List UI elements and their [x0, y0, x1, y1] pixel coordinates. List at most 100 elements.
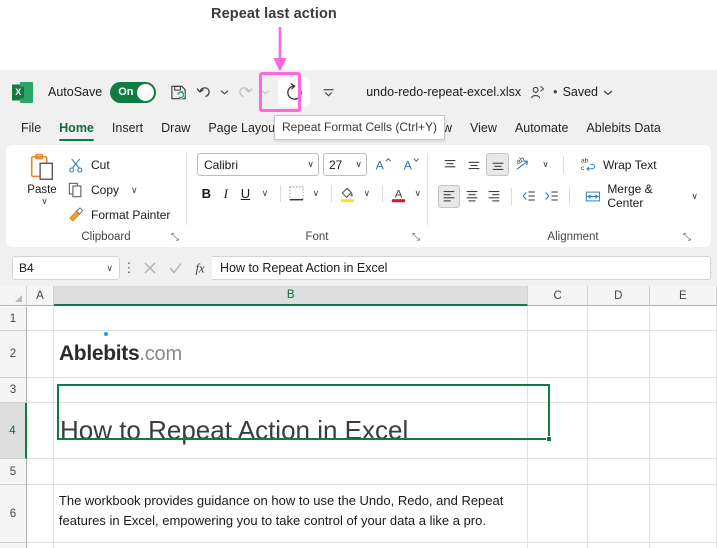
tab-automate[interactable]: Automate: [506, 114, 578, 142]
copy-caret-icon[interactable]: ∨: [131, 185, 138, 196]
cell-e7[interactable]: [649, 543, 717, 548]
cell-c5[interactable]: [528, 459, 589, 485]
cell-a7[interactable]: [26, 543, 54, 548]
repeat-icon[interactable]: [278, 77, 311, 107]
cell-a2[interactable]: [26, 331, 54, 378]
align-right-button[interactable]: [484, 185, 506, 208]
bold-button[interactable]: B: [197, 182, 216, 205]
column-header-a[interactable]: A: [26, 286, 54, 306]
tab-insert[interactable]: Insert: [103, 114, 152, 142]
cell-b3[interactable]: [53, 378, 529, 403]
borders-button[interactable]: [287, 182, 306, 205]
cell-e6[interactable]: [649, 485, 717, 543]
align-middle-button[interactable]: [462, 153, 485, 176]
align-left-button[interactable]: [438, 184, 460, 208]
column-header-c[interactable]: C: [528, 286, 589, 306]
row-header-7[interactable]: 7: [0, 543, 27, 548]
font-name-input[interactable]: Calibri ∨: [197, 153, 319, 176]
tab-file[interactable]: File: [12, 114, 50, 142]
cell-d7[interactable]: [588, 543, 650, 548]
cell-e2[interactable]: [649, 331, 717, 378]
cell-b7[interactable]: [53, 543, 529, 548]
undo-icon[interactable]: [192, 79, 216, 105]
cell-c1[interactable]: [528, 307, 589, 331]
row-header-3[interactable]: 3: [0, 378, 27, 403]
tab-draw[interactable]: Draw: [152, 114, 199, 142]
cell-d2[interactable]: [588, 331, 650, 378]
cut-button[interactable]: Cut: [68, 154, 170, 176]
cell-a6[interactable]: [26, 485, 54, 543]
copy-button[interactable]: Copy ∨: [68, 179, 170, 201]
cell-a1[interactable]: [26, 307, 54, 331]
cell-d3[interactable]: [588, 378, 650, 403]
cell-c3[interactable]: [528, 378, 589, 403]
quick-access-more-icon[interactable]: [318, 79, 338, 105]
format-painter-button[interactable]: Format Painter: [68, 204, 170, 226]
cell-c6[interactable]: [528, 485, 589, 543]
cell-e5[interactable]: [649, 459, 717, 485]
cell-d5[interactable]: [588, 459, 650, 485]
cell-d6[interactable]: [588, 485, 650, 543]
font-size-caret-icon[interactable]: ∨: [355, 159, 362, 170]
cell-c7[interactable]: [528, 543, 589, 548]
column-header-d[interactable]: D: [588, 286, 650, 306]
cell-a5[interactable]: [26, 459, 54, 485]
tab-home[interactable]: Home: [50, 114, 103, 142]
paste-caret-icon[interactable]: ∨: [41, 196, 48, 207]
alignment-dialog-launcher-icon[interactable]: ⤡: [683, 232, 691, 243]
cell-c2[interactable]: [528, 331, 589, 378]
decrease-font-size-button[interactable]: A: [399, 153, 423, 176]
font-dialog-launcher-icon[interactable]: ⤡: [412, 232, 420, 243]
autosave-toggle[interactable]: On: [110, 81, 157, 103]
name-box[interactable]: B4 ∨: [12, 256, 120, 280]
cell-b1[interactable]: [53, 307, 529, 331]
underline-caret-icon[interactable]: ∨: [256, 182, 275, 205]
align-center-button[interactable]: [461, 185, 483, 208]
increase-indent-button[interactable]: [541, 185, 563, 208]
font-color-caret-icon[interactable]: ∨: [409, 182, 428, 205]
saved-status[interactable]: Saved: [563, 85, 598, 99]
underline-button[interactable]: U: [236, 182, 255, 205]
file-name[interactable]: undo-redo-repeat-excel.xlsx: [366, 85, 521, 99]
orientation-button[interactable]: ab: [510, 153, 533, 176]
align-top-button[interactable]: [438, 153, 461, 176]
share-person-icon[interactable]: [530, 85, 545, 100]
row-header-5[interactable]: 5: [0, 459, 27, 485]
select-all-corner[interactable]: [0, 286, 27, 306]
row-header-2[interactable]: 2: [0, 331, 27, 378]
cell-b5[interactable]: [53, 459, 529, 485]
row-header-6[interactable]: 6: [0, 485, 27, 543]
cell-e3[interactable]: [649, 378, 717, 403]
save-icon[interactable]: [166, 79, 190, 105]
saved-dropdown-caret-icon[interactable]: [603, 89, 613, 96]
wrap-text-button[interactable]: ab c Wrap Text: [580, 156, 657, 173]
merge-center-button[interactable]: Merge & Center ∨: [585, 182, 698, 210]
formula-bar-more-icon[interactable]: ⋮: [120, 260, 138, 276]
cell-a4[interactable]: [27, 403, 54, 459]
tab-ablebits-data[interactable]: Ablebits Data: [577, 114, 669, 142]
clipboard-dialog-launcher-icon[interactable]: ⤡: [171, 232, 179, 243]
formula-input[interactable]: How to Repeat Action in Excel: [212, 256, 711, 280]
row-header-1[interactable]: 1: [0, 307, 27, 331]
font-color-button[interactable]: A: [389, 182, 408, 205]
cell-b2[interactable]: Ablebits .com: [53, 331, 529, 378]
tab-view[interactable]: View: [461, 114, 506, 142]
cell-d4[interactable]: [588, 403, 650, 459]
fill-color-caret-icon[interactable]: ∨: [358, 182, 377, 205]
row-header-4[interactable]: 4: [0, 403, 27, 459]
italic-button[interactable]: I: [217, 182, 236, 205]
column-header-e[interactable]: E: [649, 286, 717, 306]
merge-center-caret-icon[interactable]: ∨: [691, 191, 698, 202]
undo-dropdown-caret-icon[interactable]: [218, 79, 231, 105]
borders-caret-icon[interactable]: ∨: [307, 182, 326, 205]
fill-color-button[interactable]: [338, 182, 357, 205]
cell-c4[interactable]: [528, 403, 589, 459]
increase-font-size-button[interactable]: A: [371, 153, 395, 176]
orientation-caret-icon[interactable]: ∨: [534, 153, 557, 176]
cell-e1[interactable]: [649, 307, 717, 331]
name-box-caret-icon[interactable]: ∨: [106, 263, 113, 274]
cell-a3[interactable]: [26, 378, 54, 403]
cell-d1[interactable]: [588, 307, 650, 331]
cell-b4[interactable]: How to Repeat Action in Excel: [53, 403, 529, 459]
font-size-input[interactable]: 27 ∨: [323, 153, 367, 176]
